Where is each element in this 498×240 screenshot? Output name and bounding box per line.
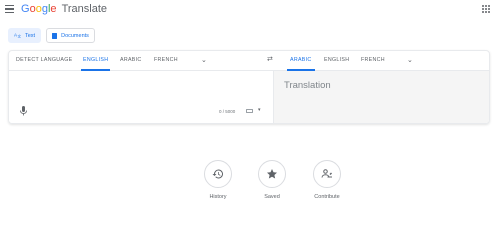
swap-languages-icon[interactable]: ⇄ (267, 55, 273, 63)
history-label: History (209, 194, 227, 200)
source-lang-english[interactable]: ENGLISH (83, 57, 108, 63)
star-icon (267, 169, 277, 179)
shortcuts-row: History Saved Contribute (0, 160, 498, 210)
keyboard-icon[interactable] (246, 109, 253, 113)
top-app-bar: Google Translate (0, 0, 498, 20)
contribute-shortcut[interactable]: Contribute (307, 160, 347, 200)
history-icon (212, 169, 223, 179)
translate-icon: A文 (14, 32, 22, 40)
contribute-button[interactable] (313, 160, 341, 188)
translation-panel: DETECT LANGUAGE ENGLISH ARABIC FRENCH ⌄ … (8, 50, 490, 124)
translation-output-area: Translation (274, 71, 489, 123)
character-counter: 0 / 5000 (219, 109, 236, 114)
history-shortcut[interactable]: History (198, 160, 238, 200)
community-icon (321, 169, 332, 178)
product-name: Translate (61, 3, 108, 15)
target-lang-french[interactable]: FRENCH (361, 57, 385, 63)
history-button[interactable] (204, 160, 232, 188)
documents-mode-button[interactable]: Documents (46, 28, 95, 43)
translation-placeholder: Translation (284, 80, 331, 91)
text-mode-button[interactable]: A文 Text (8, 28, 42, 43)
input-tools-caret-icon[interactable]: ▾ (258, 107, 261, 113)
svg-text:A: A (14, 32, 17, 37)
google-apps-icon[interactable] (482, 5, 490, 13)
saved-shortcut[interactable]: Saved (252, 160, 292, 200)
saved-label: Saved (264, 194, 280, 200)
logo-letter: G (21, 3, 30, 15)
target-lang-english[interactable]: ENGLISH (324, 57, 349, 63)
google-translate-logo[interactable]: Google Translate (21, 3, 107, 15)
microphone-icon[interactable] (20, 106, 27, 116)
saved-button[interactable] (258, 160, 286, 188)
source-lang-detect[interactable]: DETECT LANGUAGE (16, 57, 73, 63)
main-menu-icon[interactable] (5, 5, 14, 13)
source-lang-french[interactable]: FRENCH (154, 57, 178, 63)
source-lang-more-chevron-icon[interactable]: ⌄ (201, 56, 207, 64)
text-mode-label: Text (25, 32, 36, 39)
target-lang-more-chevron-icon[interactable]: ⌄ (407, 56, 413, 64)
source-text-area[interactable]: 0 / 5000 ▾ (9, 71, 273, 123)
logo-letter: e (50, 3, 57, 15)
language-bar: DETECT LANGUAGE ENGLISH ARABIC FRENCH ⌄ … (9, 51, 489, 71)
document-icon (52, 32, 58, 39)
target-lang-arabic[interactable]: ARABIC (290, 57, 312, 63)
mode-selector: A文 Text Documents (8, 28, 95, 44)
svg-text:文: 文 (18, 33, 22, 38)
source-lang-arabic[interactable]: ARABIC (120, 57, 142, 63)
documents-mode-label: Documents (61, 32, 89, 39)
contribute-label: Contribute (314, 194, 340, 200)
